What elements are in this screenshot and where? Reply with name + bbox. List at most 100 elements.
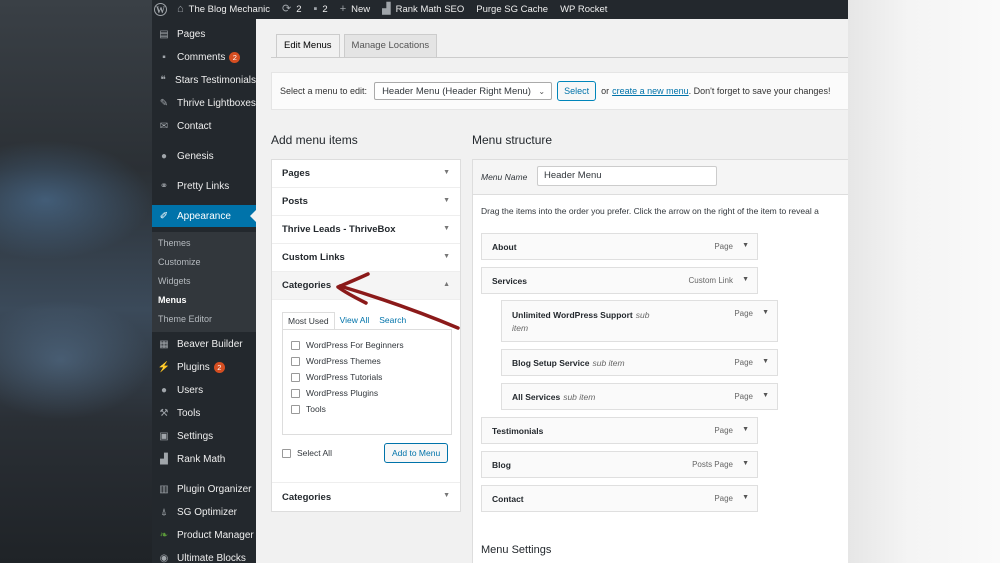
sidebar-item-stars-testimonials[interactable]: ❝ Stars Testimonials — [152, 69, 256, 91]
accordion-thrive-leads[interactable]: Thrive Leads - ThriveBox ▼ — [272, 216, 460, 244]
admin-bar: W ⌂ The Blog Mechanic ⟳ 2 ▪ 2 + New ▟ Rank Ma… — [152, 0, 848, 19]
sidebar-item-plugins[interactable]: ⚡ Plugins 2 — [152, 356, 256, 378]
checkbox[interactable] — [291, 404, 300, 414]
sidebar-item-appearance[interactable]: ✐ Appearance — [152, 205, 256, 227]
accordion-categories[interactable]: Categories ▲ — [272, 272, 460, 300]
menu-item-services[interactable]: Services Custom Link ▼ — [481, 267, 758, 294]
subtab-view-all[interactable]: View All — [335, 312, 375, 329]
menu-item-all-services[interactable]: All Services sub item Page ▼ — [501, 383, 778, 410]
selected-menu-value: Header Menu (Header Right Menu) — [382, 85, 531, 97]
tab-manage-locations[interactable]: Manage Locations — [343, 34, 438, 57]
subtab-most-used[interactable]: Most Used — [282, 312, 335, 330]
organizer-icon: ▥ — [159, 483, 169, 495]
sidebar-item-plugin-organizer[interactable]: ▥ Plugin Organizer — [152, 478, 256, 500]
sidebar-item-beaver-builder[interactable]: ▦ Beaver Builder — [152, 333, 256, 355]
submenu-customize[interactable]: Customize — [158, 257, 201, 267]
list-item[interactable]: WordPress Tutorials — [291, 372, 382, 382]
sidebar-item-comments[interactable]: ▪ Comments 2 — [152, 46, 256, 68]
menu-select-dropdown[interactable]: Header Menu (Header Right Menu) ⌄ — [374, 82, 553, 100]
photo-background-right — [848, 0, 1000, 563]
wordpress-logo-icon[interactable]: W — [154, 3, 167, 16]
accordion-pages[interactable]: Pages ▼ — [272, 160, 460, 188]
accordion-categories-bottom[interactable]: Categories ▼ — [272, 483, 460, 511]
menu-settings-heading: Menu Settings — [481, 544, 552, 556]
admin-sidebar: ▤ Pages ▪ Comments 2 ❝ Stars Testimonials ✎ T… — [152, 19, 256, 563]
menu-item-contact[interactable]: Contact Page ▼ — [481, 485, 758, 512]
list-item[interactable]: Tools — [291, 404, 326, 414]
link-icon: ⚭ — [159, 180, 169, 192]
sidebar-item-pretty-links[interactable]: ⚭ Pretty Links — [152, 175, 256, 197]
menu-item-testimonials[interactable]: Testimonials Page ▼ — [481, 417, 758, 444]
menu-item-unlimited-support[interactable]: Unlimited WordPress Support sub item Page … — [501, 300, 778, 342]
grid-icon: ▦ — [159, 338, 169, 350]
list-item[interactable]: WordPress Plugins — [291, 388, 378, 398]
new-content-link[interactable]: + New — [339, 3, 370, 16]
updates-link[interactable]: ⟳ 2 — [281, 3, 302, 16]
site-name-link[interactable]: ⌂ The Blog Mechanic — [177, 3, 270, 16]
sidebar-item-thrive-lightboxes[interactable]: ✎ Thrive Lightboxes — [152, 92, 256, 114]
triangle-down-icon[interactable]: ▼ — [742, 426, 749, 433]
menu-name-label: Menu Name — [481, 172, 528, 182]
select-button[interactable]: Select — [557, 81, 597, 101]
sidebar-item-pages[interactable]: ▤ Pages — [152, 23, 256, 45]
triangle-down-icon[interactable]: ▼ — [762, 392, 769, 399]
sidebar-item-tools[interactable]: ⚒ Tools — [152, 402, 256, 424]
create-new-menu-link[interactable]: create a new menu — [612, 86, 689, 96]
triangle-down-icon[interactable]: ▼ — [742, 276, 749, 283]
brush-icon: ✐ — [159, 210, 169, 222]
list-item[interactable]: WordPress Themes — [291, 356, 381, 366]
triangle-down-icon[interactable]: ▼ — [762, 358, 769, 365]
submenu-theme-editor[interactable]: Theme Editor — [158, 314, 212, 324]
triangle-down-icon[interactable]: ▼ — [742, 494, 749, 501]
checkbox[interactable] — [291, 388, 300, 398]
submenu-menus[interactable]: Menus — [158, 295, 187, 305]
checkbox[interactable] — [291, 356, 300, 366]
home-icon: ⌂ — [177, 3, 184, 15]
triangle-down-icon[interactable]: ▼ — [742, 460, 749, 467]
triangle-down-icon[interactable]: ▼ — [762, 309, 769, 316]
comments-icon: ▪ — [162, 51, 166, 63]
checkbox[interactable] — [291, 340, 300, 350]
list-item[interactable]: WordPress For Beginners — [291, 340, 404, 350]
menu-item-blog-setup[interactable]: Blog Setup Service sub item Page ▼ — [501, 349, 778, 376]
quote-icon: ❝ — [160, 74, 166, 86]
plus-icon: + — [339, 3, 347, 15]
add-items-accordion: Pages ▼ Posts ▼ Thrive Leads - ThriveBox ▼ … — [271, 159, 461, 512]
rankmath-link[interactable]: ▟ Rank Math SEO — [382, 4, 464, 16]
add-menu-items-heading: Add menu items — [271, 133, 358, 147]
blocks-icon: ◉ — [159, 552, 169, 563]
sidebar-item-rank-math[interactable]: ▟ Rank Math — [152, 448, 256, 470]
accordion-custom-links[interactable]: Custom Links ▼ — [272, 244, 460, 272]
refresh-icon: ⟳ — [281, 3, 292, 15]
submenu-themes[interactable]: Themes — [158, 238, 191, 248]
menu-name-input[interactable]: Header Menu — [537, 166, 717, 186]
wp-rocket-link[interactable]: WP Rocket — [560, 4, 607, 15]
subtab-search[interactable]: Search — [374, 312, 411, 329]
sidebar-item-contact[interactable]: ✉ Contact — [152, 115, 256, 137]
sidebar-item-users[interactable]: ● Users — [152, 379, 256, 401]
select-all-option[interactable]: Select All — [282, 448, 332, 458]
manage-menus-bar: Select a menu to edit: Header Menu (Head… — [271, 72, 848, 110]
genesis-icon: ● — [160, 150, 168, 162]
sidebar-item-genesis[interactable]: ● Genesis — [152, 145, 256, 167]
sidebar-item-product-manager[interactable]: ❧ Product Manager — [152, 524, 256, 546]
categories-panel: Most Used View All Search WordPress For … — [272, 300, 460, 483]
select-all-checkbox[interactable] — [282, 448, 291, 458]
tab-edit-menus[interactable]: Edit Menus — [276, 34, 340, 58]
accordion-posts[interactable]: Posts ▼ — [272, 188, 460, 216]
chart-icon: ▟ — [160, 453, 168, 465]
purge-cache-link[interactable]: Purge SG Cache — [476, 4, 548, 15]
add-to-menu-button[interactable]: Add to Menu — [384, 443, 449, 463]
mail-icon: ✉ — [159, 120, 169, 132]
comments-link[interactable]: ▪ 2 — [314, 4, 328, 16]
triangle-down-icon: ▼ — [443, 225, 450, 232]
menu-item-blog[interactable]: Blog Posts Page ▼ — [481, 451, 758, 478]
triangle-down-icon[interactable]: ▼ — [742, 242, 749, 249]
checkbox[interactable] — [291, 372, 300, 382]
sidebar-item-settings[interactable]: ▣ Settings — [152, 425, 256, 447]
sidebar-item-sg-optimizer[interactable]: ⍋ SG Optimizer — [152, 501, 256, 523]
menu-item-about[interactable]: About Page ▼ — [481, 233, 758, 260]
submenu-widgets[interactable]: Widgets — [158, 276, 191, 286]
category-checklist: WordPress For Beginners WordPress Themes… — [282, 329, 452, 435]
sidebar-item-ultimate-blocks[interactable]: ◉ Ultimate Blocks — [152, 547, 256, 563]
